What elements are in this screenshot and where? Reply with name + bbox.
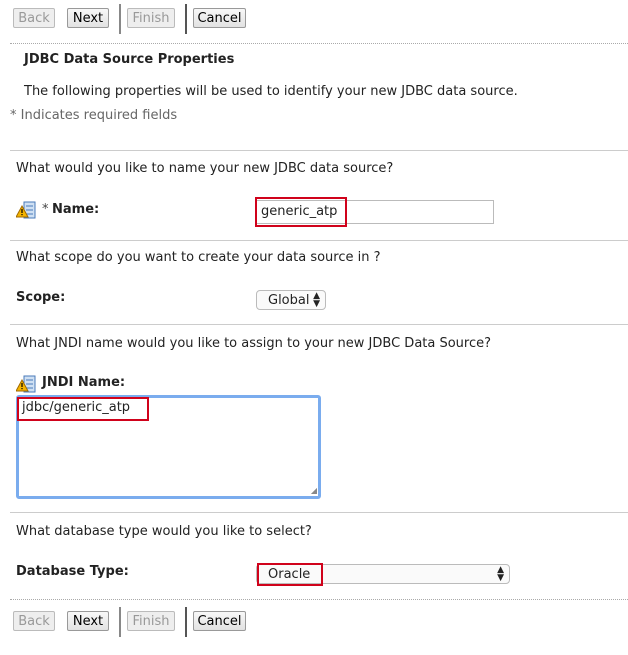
- jndi-question: What JNDI name would you like to assign …: [16, 336, 492, 351]
- page-title: JDBC Data Source Properties: [24, 52, 235, 67]
- warning-info-icon: [16, 375, 36, 393]
- next-button[interactable]: Next: [67, 611, 109, 631]
- select-arrows-icon: ▲ ▼: [497, 565, 504, 583]
- highlight-box: [257, 563, 323, 586]
- required-asterisk: *: [42, 202, 49, 217]
- back-button[interactable]: Back: [13, 611, 55, 631]
- divider: [10, 512, 628, 513]
- jndi-label: JNDI Name:: [42, 375, 126, 390]
- scope-select[interactable]: Global ▲ ▼: [256, 290, 326, 310]
- back-button[interactable]: Back: [13, 8, 55, 28]
- required-note: * Indicates required fields: [10, 108, 178, 123]
- divider: [10, 43, 628, 44]
- divider: [185, 4, 187, 34]
- name-label: Name:: [52, 202, 100, 217]
- cancel-button[interactable]: Cancel: [193, 611, 246, 631]
- scope-label: Scope:: [16, 290, 66, 305]
- page-description: The following properties will be used to…: [24, 84, 518, 99]
- scope-value: Global: [268, 293, 310, 308]
- divider: [10, 150, 628, 151]
- dbtype-label: Database Type:: [16, 564, 129, 579]
- cancel-button[interactable]: Cancel: [193, 8, 246, 28]
- select-arrows-icon: ▲ ▼: [313, 291, 320, 309]
- resize-handle-icon[interactable]: ◢: [311, 486, 317, 495]
- next-button[interactable]: Next: [67, 8, 109, 28]
- divider: [119, 4, 121, 34]
- divider: [119, 607, 121, 637]
- divider: [10, 240, 628, 241]
- highlight-box: [255, 197, 347, 227]
- divider: [185, 607, 187, 637]
- divider: [10, 324, 628, 325]
- finish-button[interactable]: Finish: [127, 611, 175, 631]
- finish-button[interactable]: Finish: [127, 8, 175, 28]
- name-question: What would you like to name your new JDB…: [16, 161, 394, 176]
- scope-question: What scope do you want to create your da…: [16, 250, 381, 265]
- divider: [10, 599, 628, 600]
- warning-info-icon: [16, 201, 36, 219]
- dbtype-question: What database type would you like to sel…: [16, 524, 312, 539]
- highlight-box: [17, 397, 149, 421]
